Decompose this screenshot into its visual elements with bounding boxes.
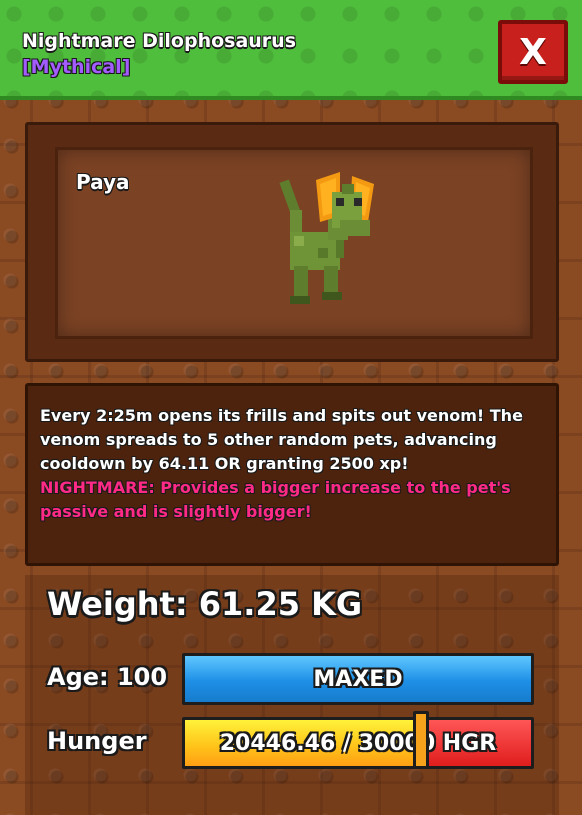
age-bar-text: MAXED <box>313 666 403 692</box>
ability-description: Every 2:25m opens its frills and spits o… <box>25 383 559 566</box>
hunger-bar-text: 20446.46 / 30000 HGR <box>219 730 497 756</box>
hunger-label: Hunger <box>47 727 147 755</box>
pet-preview-frame: Paya <box>25 122 559 362</box>
panel-header: Nightmare Dilophosaurus [Mythical] X <box>0 0 582 100</box>
owner-name: Paya <box>76 170 130 194</box>
close-icon: X <box>519 31 547 73</box>
ability-text: Every 2:25m opens its frills and spits o… <box>40 406 523 473</box>
pet-info-panel: Nightmare Dilophosaurus [Mythical] X Pay… <box>0 0 582 815</box>
close-button[interactable]: X <box>498 20 568 84</box>
rarity-label: [Mythical] <box>22 56 131 78</box>
nightmare-text: NIGHTMARE: Provides a bigger increase to… <box>40 478 511 521</box>
age-label: Age: 100 <box>47 663 168 691</box>
weight-label: Weight: 61.25 KG <box>47 585 363 623</box>
pet-stats: Weight: 61.25 KG Age: 100 MAXED Hunger 2… <box>25 575 559 815</box>
pet-preview: Paya <box>55 147 533 339</box>
hunger-bar: 20446.46 / 30000 HGR <box>182 717 534 769</box>
pet-name: Nightmare Dilophosaurus <box>22 30 297 52</box>
age-bar: MAXED <box>182 653 534 705</box>
dilophosaurus-pet-image <box>279 172 374 304</box>
hunger-bar-marker <box>412 711 429 769</box>
